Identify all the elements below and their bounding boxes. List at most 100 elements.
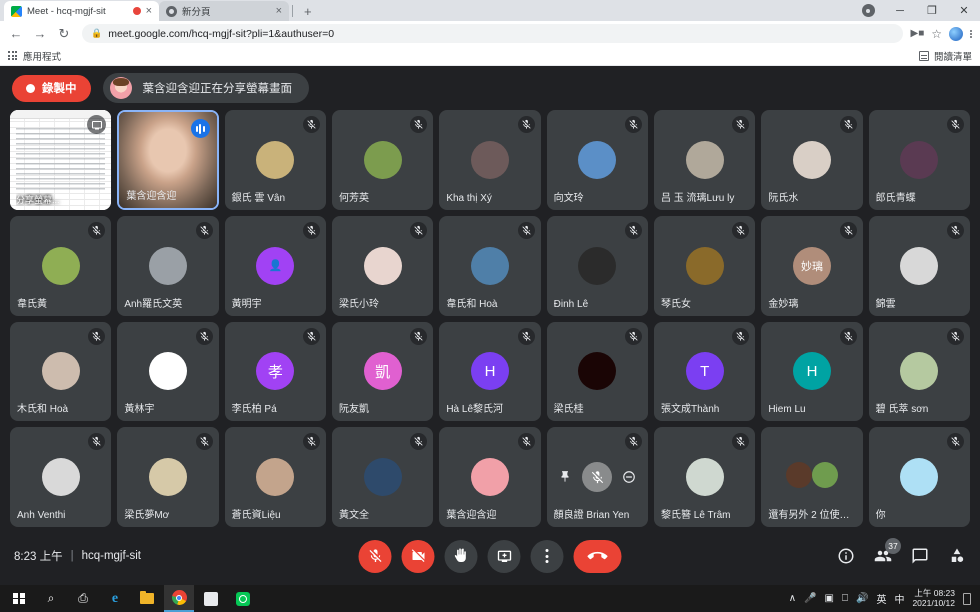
- avatar: [900, 458, 939, 497]
- apps-grid-icon[interactable]: [8, 51, 17, 60]
- participant-tile[interactable]: 木氏和 Hoà: [10, 321, 112, 422]
- participant-tile[interactable]: 郎氏青蝶: [868, 110, 970, 210]
- search-button[interactable]: ⌕: [36, 585, 66, 612]
- mic-icon[interactable]: 🎤: [804, 593, 816, 604]
- meeting-details-button[interactable]: [837, 547, 855, 565]
- task-view-button[interactable]: ⎙: [68, 585, 98, 612]
- participant-tile[interactable]: 孝李氏柏 Pá: [224, 321, 326, 422]
- maximize-button[interactable]: ❐: [916, 0, 948, 21]
- participant-tile[interactable]: Đinh Lê: [546, 215, 648, 316]
- participant-tile[interactable]: 錦雲: [868, 215, 970, 316]
- participant-tile[interactable]: T 張文成Thành: [654, 321, 756, 422]
- participant-tile[interactable]: 琴氏女: [654, 215, 756, 316]
- participant-name: 顏良證 Brian Yen: [553, 510, 630, 521]
- chrome-button[interactable]: [164, 585, 194, 612]
- tab-close-icon[interactable]: ×: [146, 5, 152, 17]
- forward-icon[interactable]: →: [30, 24, 50, 44]
- tab-meet[interactable]: Meet - hcq-mgjf-sit ×: [4, 1, 159, 21]
- start-button[interactable]: [4, 585, 34, 612]
- camera-access-icon[interactable]: ▶■: [911, 28, 925, 39]
- raise-hand-button[interactable]: [444, 539, 478, 573]
- participant-name: 錦雲: [875, 298, 896, 310]
- camera-off-button[interactable]: [401, 539, 435, 573]
- reading-list-button[interactable]: 閱讀清單: [918, 49, 972, 63]
- participant-tile[interactable]: 👤 黃明宇: [224, 215, 326, 316]
- file-explorer-button[interactable]: [132, 585, 162, 612]
- speaking-indicator-icon: [190, 119, 210, 138]
- participant-tile[interactable]: 蒼氏資Liệu: [224, 427, 326, 527]
- recording-indicator[interactable]: 錄製中: [12, 74, 91, 102]
- participant-tile[interactable]: 妙璃 金妙璃: [761, 215, 863, 316]
- participant-tile[interactable]: 梁氏桂: [546, 321, 648, 422]
- notification-icon[interactable]: [963, 592, 971, 605]
- participant-tile[interactable]: 何芳英: [332, 110, 434, 210]
- bookmark-apps-label[interactable]: 應用程式: [23, 49, 61, 63]
- new-tab-button[interactable]: +: [304, 4, 312, 19]
- participant-tile[interactable]: Anh Venthi: [10, 427, 112, 527]
- minimize-button[interactable]: ─: [884, 0, 916, 21]
- app-button[interactable]: [196, 585, 226, 612]
- activities-button[interactable]: [948, 547, 966, 565]
- tab-new-tab[interactable]: 新分頁 ×: [159, 1, 289, 21]
- close-window-button[interactable]: ✕: [948, 0, 980, 21]
- bookmark-star-icon[interactable]: ☆: [931, 27, 942, 41]
- ime-language-indicator[interactable]: 英: [876, 591, 886, 606]
- participant-tile[interactable]: 碧 氏萃 sơn: [868, 321, 970, 422]
- remove-participant-button[interactable]: [622, 470, 636, 484]
- participant-tile[interactable]: 韋氏黃: [10, 215, 112, 316]
- participant-tile[interactable]: 分享螢幕...: [10, 110, 112, 210]
- reload-icon[interactable]: ↻: [54, 24, 74, 44]
- tray-expand-icon[interactable]: ∧: [789, 593, 796, 604]
- display-icon[interactable]: ⎕: [842, 593, 848, 604]
- tab-close-icon[interactable]: ×: [276, 5, 282, 17]
- address-bar-url: meet.google.com/hcq-mgjf-sit?pli=1&authu…: [108, 27, 335, 40]
- participant-tile[interactable]: 韋氏和 Hoà: [439, 215, 541, 316]
- participant-tile[interactable]: 阮氏水: [761, 110, 863, 210]
- participant-tile[interactable]: 吕 玉 流璃Lưu ly: [654, 110, 756, 210]
- participant-tile[interactable]: 梁氏夢Mơ: [117, 427, 219, 527]
- more-options-button[interactable]: [530, 539, 564, 573]
- profile-circle-icon[interactable]: [852, 0, 884, 21]
- participant-tile[interactable]: 顏良證 Brian Yen: [546, 427, 648, 527]
- participant-tile[interactable]: 梁氏小玲: [332, 215, 434, 316]
- ime-mode-indicator[interactable]: 中: [894, 591, 904, 606]
- back-icon[interactable]: ←: [6, 24, 26, 44]
- show-everyone-button[interactable]: 37: [874, 538, 901, 565]
- mic-off-button[interactable]: [358, 539, 392, 573]
- chrome-menu-icon[interactable]: [970, 29, 972, 38]
- avatar: [578, 140, 617, 179]
- clock[interactable]: 上午 08:23 2021/10/12: [912, 588, 955, 609]
- mute-participant-button[interactable]: [582, 462, 613, 493]
- participant-tile[interactable]: H Hà Lê黎氏河: [439, 321, 541, 422]
- participant-tile[interactable]: 葉含迎含迎: [117, 110, 219, 210]
- chat-button[interactable]: [911, 547, 929, 565]
- call-controls: [358, 539, 622, 573]
- participant-tile[interactable]: 你: [868, 427, 970, 527]
- line-button[interactable]: [228, 585, 258, 612]
- internet-explorer-button[interactable]: e: [100, 585, 130, 612]
- volume-icon[interactable]: 🔊: [856, 593, 868, 604]
- participant-name: 梁氏小玲: [339, 298, 379, 310]
- participant-tile[interactable]: 凱阮友凱: [332, 321, 434, 422]
- participant-tile[interactable]: 向文玲: [546, 110, 648, 210]
- more-vertical-icon: [545, 549, 549, 563]
- screenshot-icon[interactable]: ▣: [825, 593, 834, 604]
- participant-tile[interactable]: Anh羅氏文英: [117, 215, 219, 316]
- participant-tile[interactable]: 葉含迎含迎: [439, 427, 541, 527]
- mic-off-icon: [517, 221, 535, 239]
- mic-off-icon: [88, 433, 106, 451]
- participant-tile[interactable]: 黎氏簪 Lê Trâm: [654, 427, 756, 527]
- participant-tile[interactable]: 還有另外 2 位使用者: [761, 427, 863, 527]
- participant-tile[interactable]: 黃文全: [332, 427, 434, 527]
- participant-tile[interactable]: H Hiem Lu: [761, 321, 863, 422]
- participant-name: Đinh Lê: [553, 298, 589, 310]
- present-now-button[interactable]: [487, 539, 521, 573]
- leave-call-button[interactable]: [573, 539, 622, 573]
- participant-tile[interactable]: 銀氏 雲 Vân: [224, 110, 326, 210]
- avatar: [363, 140, 402, 179]
- pin-button[interactable]: [558, 470, 572, 484]
- address-bar[interactable]: 🔒 meet.google.com/hcq-mgjf-sit?pli=1&aut…: [82, 24, 903, 43]
- participant-tile[interactable]: 黃林宇: [117, 321, 219, 422]
- participant-tile[interactable]: Kha thị Xý: [439, 110, 541, 210]
- avatar[interactable]: [949, 26, 963, 41]
